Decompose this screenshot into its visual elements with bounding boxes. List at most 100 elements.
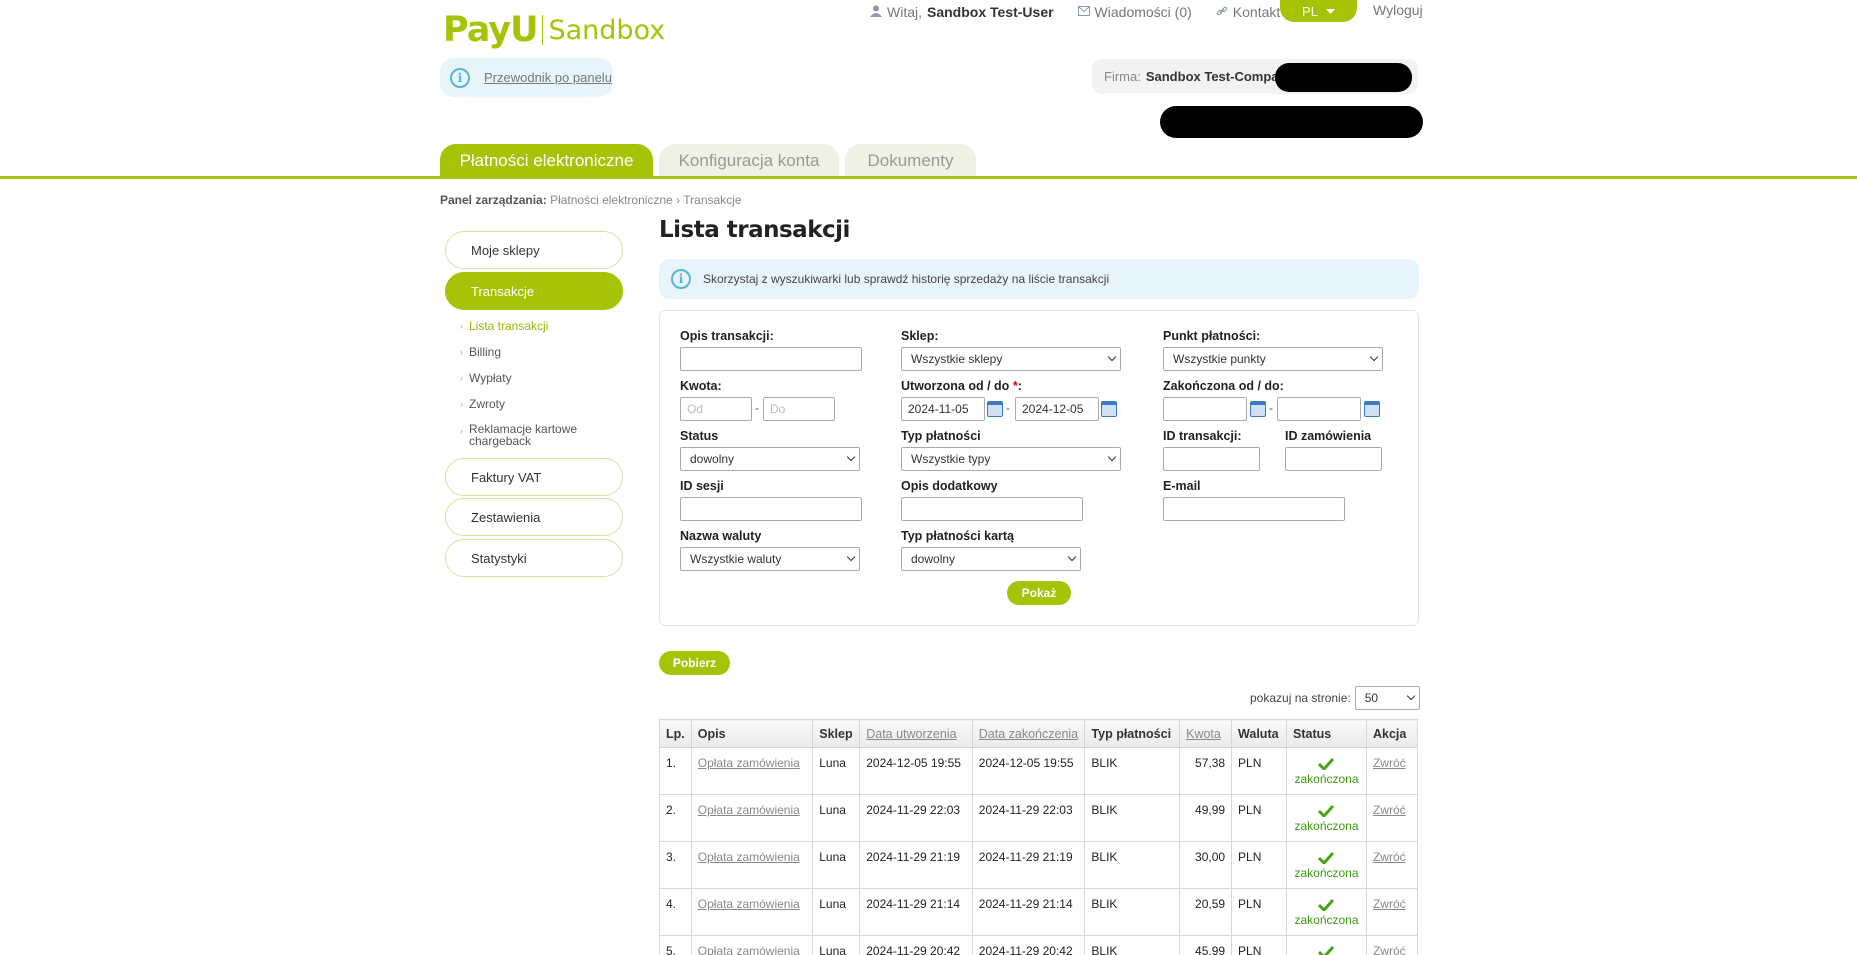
row-action[interactable]: Zwróć [1365, 794, 1419, 842]
calendar-icon[interactable] [1364, 401, 1380, 417]
refund-link[interactable]: Zwróć [1373, 756, 1406, 770]
show-button[interactable]: Pokaż [1007, 581, 1071, 605]
shop-label: Sklep: [901, 329, 939, 343]
order-payment-link[interactable]: Opłata zamówienia [698, 944, 800, 955]
currency-label: Nazwa waluty [680, 529, 762, 543]
email-input[interactable] [1163, 497, 1345, 521]
order-id-label: ID zamówienia [1285, 429, 1372, 443]
card-payment-type-select[interactable]: dowolny [901, 547, 1081, 571]
row-status: zakończona [1286, 935, 1367, 955]
sidebar-sub-payouts[interactable]: › Wypłaty [460, 371, 512, 385]
row-action[interactable]: Zwróć [1365, 841, 1419, 889]
chevron-down-icon [1107, 352, 1117, 362]
calendar-icon[interactable] [1250, 401, 1266, 417]
panel-guide-link[interactable]: Przewodnik po panelu [484, 70, 612, 85]
col-amount-sort[interactable]: Kwota [1179, 719, 1233, 748]
sidebar-item-reports[interactable]: Zestawienia [445, 498, 623, 536]
sidebar-item-transactions[interactable]: Transakcje [445, 272, 623, 310]
sidebar-sub-billing[interactable]: › Billing [460, 345, 501, 359]
col-finished-sort[interactable]: Data zakończenia [971, 719, 1086, 748]
info-hint: i Skorzystaj z wyszukiwarki lub sprawdź … [659, 259, 1419, 299]
created-from-input[interactable]: 2024-11-05 [901, 397, 985, 421]
transaction-id-input[interactable] [1163, 447, 1260, 471]
messages-link[interactable]: Wiadomości (0) [1077, 4, 1192, 20]
card-payment-type-value: dowolny [911, 552, 956, 566]
extra-description-input[interactable] [901, 497, 1083, 521]
per-page-select[interactable]: 50 [1354, 686, 1420, 710]
breadcrumb-payments[interactable]: Płatności elektroniczne [550, 193, 673, 207]
calendar-icon[interactable] [1101, 401, 1117, 417]
payment-point-select[interactable]: Wszystkie punkty [1163, 347, 1383, 371]
row-description-link[interactable]: Opłata zamówienia [690, 794, 814, 842]
sidebar-sub-refunds[interactable]: › Zwroty [460, 397, 505, 411]
session-id-input[interactable] [680, 497, 862, 521]
tab-electronic-payments[interactable]: Płatności elektroniczne [440, 144, 653, 178]
sidebar-item-statistics[interactable]: Statystyki [445, 539, 623, 577]
logout-link[interactable]: Wyloguj [1373, 2, 1423, 18]
row-finished: 2024-12-05 19:55 [971, 747, 1086, 795]
order-id-input[interactable] [1285, 447, 1382, 471]
link-icon [1216, 5, 1228, 20]
extra-description-label: Opis dodatkowy [901, 479, 998, 493]
sub-label: Billing [469, 345, 502, 359]
check-icon [1318, 805, 1335, 817]
breadcrumb-transactions: Transakcje [683, 193, 742, 207]
payment-type-label: Typ płatności [901, 429, 981, 443]
row-shop: Luna [812, 747, 861, 795]
shop-select[interactable]: Wszystkie sklepy [901, 347, 1121, 371]
row-amount: 57,38 [1179, 747, 1233, 795]
order-payment-link[interactable]: Opłata zamówienia [698, 803, 800, 817]
row-currency: PLN [1231, 747, 1288, 795]
order-payment-link[interactable]: Opłata zamówienia [698, 897, 800, 911]
download-button[interactable]: Pobierz [659, 651, 730, 675]
language-value: PL [1302, 3, 1318, 19]
logo-divider [541, 15, 543, 45]
refund-link[interactable]: Zwróć [1373, 850, 1406, 864]
row-description-link[interactable]: Opłata zamówienia [690, 841, 814, 889]
calendar-icon[interactable] [987, 401, 1003, 417]
sidebar-sub-transaction-list[interactable]: › Lista transakcji [460, 319, 548, 333]
tab-account-config[interactable]: Konfiguracja konta [659, 144, 839, 178]
order-payment-link[interactable]: Opłata zamówienia [698, 850, 800, 864]
col-description: Opis [690, 719, 814, 748]
col-created-sort[interactable]: Data utworzenia [859, 719, 973, 748]
sidebar-item-my-shops[interactable]: Moje sklepy [445, 231, 623, 269]
finished-to-input[interactable] [1277, 397, 1361, 421]
row-finished: 2024-11-29 22:03 [971, 794, 1086, 842]
sub-label: Wypłaty [469, 371, 512, 385]
col-lp: Lp. [659, 719, 692, 748]
row-payment-type: BLIK [1084, 888, 1181, 936]
refund-link[interactable]: Zwróć [1373, 803, 1406, 817]
breadcrumb-label: Panel zarządzania: [440, 193, 547, 207]
row-action[interactable]: Zwróć [1365, 888, 1419, 936]
row-payment-type: BLIK [1084, 841, 1181, 889]
order-payment-link[interactable]: Opłata zamówienia [698, 756, 800, 770]
contact-link[interactable]: Kontakt [1216, 4, 1280, 20]
row-description-link[interactable]: Opłata zamówienia [690, 888, 814, 936]
amount-from-input[interactable]: Od [680, 397, 752, 421]
row-description-link[interactable]: Opłata zamówienia [690, 935, 814, 955]
description-input[interactable] [680, 347, 862, 371]
refund-link[interactable]: Zwróć [1373, 897, 1406, 911]
sidebar-sub-chargebacks[interactable]: › Reklamacje kartowe chargeback [460, 423, 600, 447]
row-lp: 3. [659, 841, 692, 889]
payment-type-select[interactable]: Wszystkie typy [901, 447, 1121, 471]
language-selector[interactable]: PL [1280, 0, 1357, 22]
row-action[interactable]: Zwróć [1365, 935, 1419, 955]
amount-to-input[interactable]: Do [763, 397, 835, 421]
sidebar-item-vat-invoices[interactable]: Faktury VAT [445, 458, 623, 496]
breadcrumb-separator: › [676, 193, 681, 207]
payu-sandbox-logo[interactable]: PayU Sandbox [443, 8, 665, 52]
row-action[interactable]: Zwróć [1365, 747, 1419, 795]
row-description-link[interactable]: Opłata zamówienia [690, 747, 814, 795]
finished-from-input[interactable] [1163, 397, 1247, 421]
refund-link[interactable]: Zwróć [1373, 944, 1406, 955]
currency-select[interactable]: Wszystkie waluty [680, 547, 860, 571]
sub-label: Lista transakcji [469, 319, 549, 333]
status-text: zakończona [1294, 913, 1359, 927]
per-page-control: pokazuj na stronie: 50 [1250, 686, 1420, 710]
created-to-input[interactable]: 2024-12-05 [1015, 397, 1099, 421]
top-nav: Witaj, Sandbox Test-User Wiadomości (0) … [870, 2, 1304, 22]
status-select[interactable]: dowolny [680, 447, 860, 471]
tab-documents[interactable]: Dokumenty [845, 144, 976, 178]
